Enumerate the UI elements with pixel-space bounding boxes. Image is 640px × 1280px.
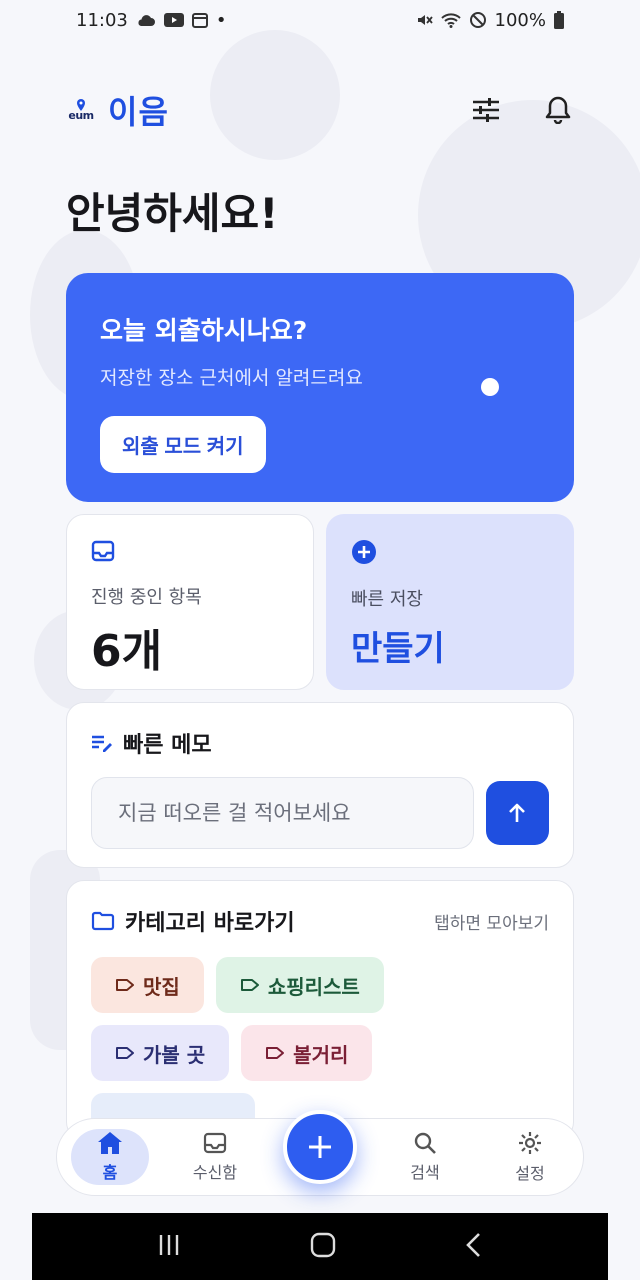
recent-apps-icon (159, 1234, 178, 1255)
bell-icon (545, 96, 571, 124)
nav-home-label: 홈 (102, 1163, 118, 1182)
nav-settings[interactable]: 설정 (491, 1129, 569, 1185)
in-progress-count: 6개 (91, 626, 163, 677)
app-header: eum 이음 (66, 84, 574, 136)
greeting-title: 안녕하세요! (66, 189, 279, 238)
nav-settings-label: 설정 (515, 1164, 545, 1183)
category-chip-label: 쇼핑리스트 (267, 974, 360, 999)
system-navigation-bar (32, 1213, 608, 1280)
quick-memo-card: 빠른 메모 (66, 702, 574, 868)
category-chip[interactable]: 볼거리 (241, 1025, 373, 1081)
in-progress-label: 진행 중인 항목 (91, 587, 202, 608)
plus-icon (309, 1136, 331, 1158)
battery-icon (554, 11, 564, 29)
app-logo: eum 이음 (66, 87, 169, 133)
mute-icon (415, 11, 433, 29)
status-bar: 11:03 • 100% (0, 0, 640, 40)
home-icon (98, 1132, 122, 1154)
tune-icon (473, 98, 499, 122)
home-system-button[interactable] (310, 1232, 336, 1262)
edit-note-icon (92, 735, 112, 752)
youtube-icon (163, 13, 184, 27)
tag-icon (240, 979, 259, 991)
category-chip-label: 가볼 곳 (143, 1042, 206, 1067)
memo-title: 빠른 메모 (123, 733, 212, 758)
tag-icon (116, 1047, 134, 1059)
category-chip[interactable]: 쇼핑리스트 (215, 957, 384, 1013)
category-chip[interactable]: 맛집 (91, 957, 204, 1013)
add-fab-button[interactable] (283, 1110, 357, 1184)
logo-small-text: eum (68, 108, 94, 122)
nav-inbox[interactable]: 수신함 (176, 1129, 254, 1185)
gear-icon (519, 1132, 541, 1154)
tag-icon (116, 979, 134, 991)
send-memo-button[interactable] (485, 781, 549, 845)
nav-inbox-label: 수신함 (192, 1163, 238, 1182)
hero-subtitle: 저장한 장소 근처에서 알려드려요 (100, 367, 363, 389)
category-hint: 탭하면 모아보기 (434, 913, 549, 934)
back-system-button[interactable] (465, 1232, 483, 1262)
status-time: 11:03 (76, 9, 128, 31)
in-progress-card[interactable]: 진행 중인 항목 6개 (66, 514, 314, 690)
category-chip-label: 볼거리 (293, 1042, 349, 1067)
quick-save-action: 만들기 (351, 629, 445, 669)
notification-dot-icon: • (215, 9, 227, 31)
back-chevron-icon (466, 1232, 481, 1257)
category-chip-label: 맛집 (143, 974, 180, 999)
search-icon (414, 1132, 436, 1154)
calendar-icon (191, 12, 208, 28)
category-chip[interactable]: 가볼 곳 (91, 1025, 230, 1081)
quick-save-card[interactable]: 빠른 저장 만들기 (326, 514, 574, 690)
cloud-icon (136, 13, 156, 27)
wifi-icon (440, 12, 461, 28)
outing-mode-card: 오늘 외출하시나요? 저장한 장소 근처에서 알려드려요 외출 모드 켜기 (66, 273, 574, 502)
recent-apps-button[interactable] (157, 1233, 181, 1261)
hero-title: 오늘 외출하시나요? (100, 316, 308, 345)
nav-search-label: 검색 (410, 1163, 440, 1182)
battery-level: 100% (494, 9, 546, 31)
category-header: 카테고리 바로가기 (91, 905, 295, 937)
nav-search[interactable]: 검색 (386, 1129, 464, 1185)
quick-save-label: 빠른 저장 (351, 589, 423, 610)
inbox-icon (203, 1132, 227, 1154)
notifications-button[interactable] (542, 94, 574, 126)
logo-mark: eum (66, 98, 96, 122)
inbox-icon (91, 540, 115, 562)
home-square-icon (310, 1232, 336, 1257)
logo-text: 이음 (108, 93, 169, 131)
arrow-up-icon (509, 803, 526, 822)
category-chips: 맛집 쇼핑리스트 가볼 곳 볼거리 (91, 957, 421, 1139)
tag-icon (266, 1047, 285, 1059)
do-not-disturb-icon (469, 11, 487, 29)
hero-dot-decoration (481, 378, 499, 396)
add-circle-icon (352, 540, 376, 564)
category-shortcuts-card: 카테고리 바로가기 탭하면 모아보기 맛집 쇼핑리스트 가볼 곳 볼거리 (66, 880, 574, 1140)
nav-home[interactable]: 홈 (71, 1129, 149, 1185)
filter-button[interactable] (470, 94, 502, 126)
folder-icon (91, 911, 115, 931)
enable-outing-mode-button[interactable]: 외출 모드 켜기 (100, 416, 266, 473)
memo-header: 빠른 메모 (91, 727, 549, 759)
category-title: 카테고리 바로가기 (125, 911, 295, 936)
memo-input[interactable] (91, 777, 474, 849)
